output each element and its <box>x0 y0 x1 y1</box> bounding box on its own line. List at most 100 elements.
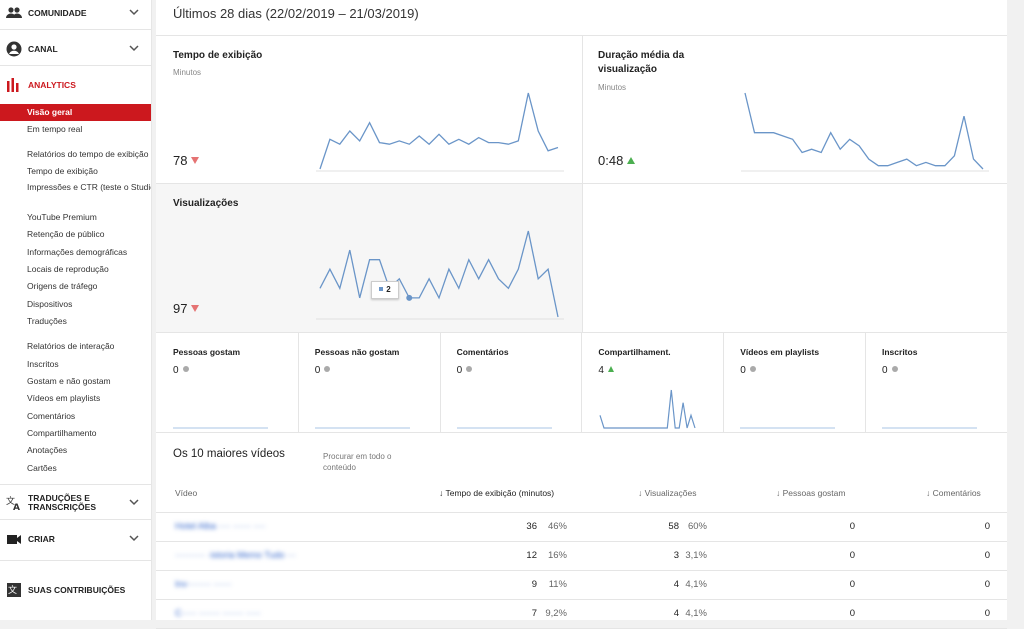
sidebar-item-overview[interactable]: Visão geral <box>0 104 151 121</box>
create-section[interactable]: CRIAR <box>0 526 151 552</box>
sidebar-item-likes[interactable]: Gostam e não gostam <box>0 373 151 390</box>
translate-icon: 文A <box>6 495 20 511</box>
views-title: Visualizações <box>173 198 239 209</box>
views-pct: 4,1% <box>685 608 707 619</box>
avg-duration-unit: Minutos <box>598 83 627 92</box>
comments-cell: 0 <box>984 579 990 590</box>
no-change-dot-icon <box>466 366 473 372</box>
sidebar-item-interaction-reports[interactable]: Relatórios de interação <box>0 338 151 355</box>
sidebar-item-playback-locations[interactable]: Locais de reprodução <box>0 261 151 278</box>
sidebar-item-demographics[interactable]: Informações demográficas <box>0 244 151 261</box>
sidebar-item-comments[interactable]: Comentários <box>0 408 151 425</box>
metric-sparkline[interactable] <box>456 385 557 431</box>
create-label: CRIAR <box>28 533 55 544</box>
analytics-section[interactable]: ANALYTICS <box>0 72 151 98</box>
sidebar-item-sharing[interactable]: Compartilhamento <box>0 425 151 442</box>
no-change-dot-icon <box>749 366 756 372</box>
scrollbar[interactable] <box>1007 0 1024 620</box>
metric-title: Comentários <box>456 347 509 357</box>
watch-time-cell: 36 <box>526 521 537 532</box>
no-change-dot-icon <box>324 366 331 372</box>
sidebar-item-devices[interactable]: Dispositivos <box>0 296 151 313</box>
watch-time-sparkline[interactable] <box>316 90 564 172</box>
views-cell: 58 <box>668 521 679 532</box>
views-sparkline[interactable] <box>316 228 564 320</box>
sidebar-item-impressions[interactable]: Impressões e CTR (teste o Studio Beta) <box>0 181 151 205</box>
contributions-label: SUAS CONTRIBUIÇÕES <box>28 584 126 595</box>
analytics-label: ANALYTICS <box>28 79 76 90</box>
date-range[interactable]: Últimos 28 dias (22/02/2019 – 21/03/2019… <box>173 6 419 21</box>
col-video[interactable]: Vídeo <box>175 488 197 498</box>
community-label: COMUNIDADE <box>28 7 87 18</box>
sidebar-item-retention[interactable]: Retenção de público <box>0 226 151 243</box>
metric-sparkline[interactable] <box>314 385 415 431</box>
sort-arrow-icon: ↓ <box>638 488 645 498</box>
search-content-link[interactable]: Procurar em todo o conteúdo <box>323 451 403 473</box>
col-comments[interactable]: ↓ Comentários <box>926 488 981 498</box>
bar-chart-icon <box>7 78 19 92</box>
views-value: 97 <box>173 301 200 316</box>
no-change-dot-icon <box>891 366 898 372</box>
video-title-link[interactable]: Hotel Alba ···· ······ ···· <box>175 521 266 531</box>
watch-time-cell: 7 <box>531 608 537 619</box>
avg-duration-sparkline[interactable] <box>741 90 989 172</box>
chart-tooltip: 2 <box>371 281 399 299</box>
sort-arrow-icon: ↓ <box>926 488 933 498</box>
sparkline-line <box>744 92 984 170</box>
sidebar-item-realtime[interactable]: Em tempo real <box>0 121 151 138</box>
col-views[interactable]: ↓ Visualizações <box>638 488 696 498</box>
sidebar-item-subscribers[interactable]: Inscritos <box>0 356 151 373</box>
watch-time-pct: 11% <box>548 579 567 590</box>
video-title-link[interactable]: C····· ······· ······· ····· <box>175 608 261 618</box>
sparkline-line <box>599 389 696 429</box>
sort-arrow-icon: ↓ <box>776 488 783 498</box>
watch-time-pct: 9,2% <box>545 608 567 619</box>
chevron-down-icon <box>129 535 139 542</box>
likes-cell: 0 <box>849 521 855 532</box>
sidebar-item-traffic-sources[interactable]: Origens de tráfego <box>0 278 151 295</box>
likes-cell: 0 <box>849 579 855 590</box>
trend-up-icon <box>627 157 636 164</box>
views-cell: 3 <box>673 550 679 561</box>
contributions-section[interactable]: 文 SUAS CONTRIBUIÇÕES <box>0 577 151 603</box>
likes-cell: 0 <box>849 608 855 619</box>
channel-label: CANAL <box>28 43 58 54</box>
sidebar-item-watch-reports[interactable]: Relatórios do tempo de exibição <box>0 146 151 163</box>
hover-point <box>406 294 413 301</box>
views-pct: 4,1% <box>685 579 707 590</box>
translations-section[interactable]: 文A TRADUÇÕES E TRANSCRIÇÕES <box>0 490 151 516</box>
metric-sparkline[interactable] <box>740 385 840 431</box>
metric-value: 0 <box>882 365 898 376</box>
video-title-link[interactable]: ·········· ·istoria Memo Tudo ··· <box>175 550 296 560</box>
people-icon <box>6 7 22 18</box>
views-cell: 4 <box>673 579 679 590</box>
views-pct: 3,1% <box>685 550 707 561</box>
metric-sparkline[interactable] <box>598 385 698 431</box>
trend-down-icon <box>191 157 200 164</box>
channel-section[interactable]: CANAL <box>0 36 151 62</box>
metric-sparkline[interactable] <box>882 385 982 431</box>
watch-time-cell: 12 <box>526 550 537 561</box>
no-change-dot-icon <box>182 366 189 372</box>
views-pct: 60% <box>687 521 707 532</box>
sidebar-item-watch-time[interactable]: Tempo de exibição <box>0 163 151 180</box>
video-title-link[interactable]: Inv········ ······ <box>175 579 231 589</box>
metric-title: Compartilhament. <box>598 347 671 357</box>
sidebar-item-premium[interactable]: YouTube Premium <box>0 209 151 226</box>
comments-cell: 0 <box>984 521 990 532</box>
sidebar-item-annotations[interactable]: Anotações <box>0 442 151 459</box>
contributions-icon: 文 <box>7 583 21 597</box>
sidebar-item-translations[interactable]: Traduções <box>0 313 151 330</box>
watch-time-value: 78 <box>173 153 200 168</box>
col-likes[interactable]: ↓ Pessoas gostam <box>776 488 845 498</box>
metric-sparkline[interactable] <box>173 385 273 431</box>
trend-down-icon <box>191 305 200 312</box>
community-section[interactable]: COMUNIDADE <box>0 0 151 26</box>
col-watch-time[interactable]: ↓ Tempo de exibição (minutos) <box>439 488 554 498</box>
trend-up-icon <box>607 366 614 372</box>
sidebar-item-cards[interactable]: Cartões <box>0 460 151 477</box>
avg-duration-title: Duração média da visualização <box>598 50 685 75</box>
top-videos-title: Os 10 maiores vídeos <box>173 448 285 460</box>
main-content: Últimos 28 dias (22/02/2019 – 21/03/2019… <box>156 0 1007 629</box>
sidebar-item-playlists[interactable]: Vídeos em playlists <box>0 390 151 407</box>
